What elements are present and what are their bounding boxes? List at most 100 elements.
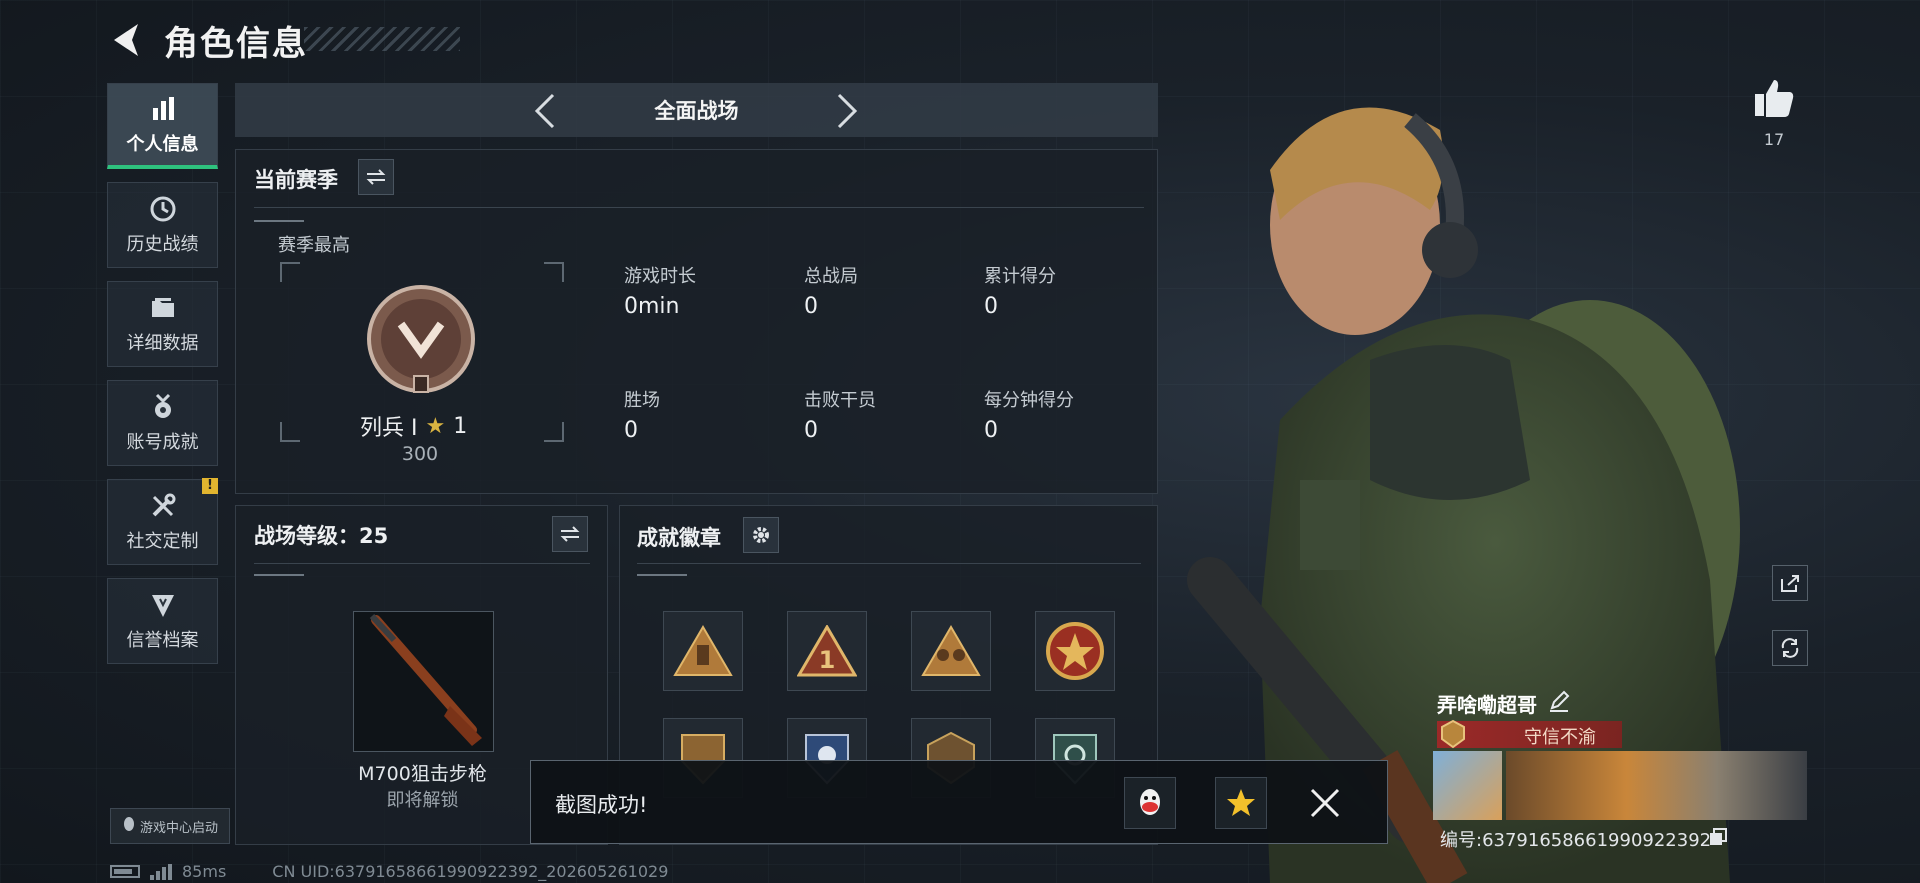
divider-tick xyxy=(254,220,304,222)
qq-penguin-icon xyxy=(122,816,136,836)
stat-value-total-matches: 0 xyxy=(804,294,818,319)
divider xyxy=(254,563,590,564)
page-title: 角色信息 xyxy=(164,24,308,64)
nav-label: 历史战绩 xyxy=(126,234,199,255)
title-decoration xyxy=(304,27,460,51)
rotate-refresh-button[interactable] xyxy=(1772,630,1808,666)
mode-selector: 全面战场 xyxy=(235,83,1158,137)
season-panel-title: 当前赛季 xyxy=(254,168,338,192)
back-arrow-icon[interactable] xyxy=(108,18,148,62)
svg-text:1: 1 xyxy=(819,646,836,674)
sniper-rifle-icon xyxy=(369,613,482,746)
mode-title: 全面战场 xyxy=(654,99,739,123)
wrench-screwdriver-icon xyxy=(148,491,178,521)
achievement-badge-soldiers[interactable] xyxy=(911,611,991,691)
achievement-badge-number-one[interactable]: 1 xyxy=(787,611,867,691)
close-icon[interactable] xyxy=(1309,787,1341,819)
signal-icon xyxy=(150,863,172,880)
mode-next-arrow-icon[interactable] xyxy=(825,91,865,131)
stat-label-score-per-minute: 每分钟得分 xyxy=(984,390,1074,411)
achievements-settings-button[interactable] xyxy=(743,517,779,553)
stat-value-kills: 0 xyxy=(804,418,818,443)
weapon-unlock-status: 即将解锁 xyxy=(386,790,459,811)
credit-shield-icon xyxy=(148,590,178,620)
title-medal-icon xyxy=(1441,719,1465,749)
share-qq-button[interactable] xyxy=(1124,777,1176,829)
game-center-label: 游戏中心启动 xyxy=(139,820,218,836)
share-button[interactable] xyxy=(1772,565,1808,601)
season-switch-button[interactable] xyxy=(358,159,394,195)
battery-icon xyxy=(110,865,140,878)
nav-label: 个人信息 xyxy=(126,133,199,155)
nav-item-detailed-data[interactable]: 详细数据 xyxy=(107,281,218,367)
share-icon xyxy=(1781,575,1799,592)
bar-chart-icon xyxy=(148,94,178,124)
divider-tick xyxy=(254,574,304,576)
history-clock-icon xyxy=(148,194,178,224)
swap-arrows-icon xyxy=(560,526,580,542)
alert-badge: ! xyxy=(202,478,218,494)
achievement-badge-tower[interactable] xyxy=(663,611,743,691)
rank-name: 列兵 Ⅰ xyxy=(360,416,418,441)
achievement-medal-icon xyxy=(148,392,178,422)
rank-stars: 1 xyxy=(453,413,468,439)
achievement-badge-star-medal[interactable] xyxy=(1035,611,1115,691)
copy-icon[interactable] xyxy=(1709,828,1727,846)
rank-name-row: 列兵 Ⅰ ★ 1 xyxy=(360,410,467,442)
folder-icon xyxy=(148,293,178,323)
stat-value-score-per-minute: 0 xyxy=(984,418,998,443)
nav-item-credit-record[interactable]: 信誉档案 xyxy=(107,578,218,664)
nav-item-account-achievements[interactable]: 账号成就 xyxy=(107,380,218,466)
divider-tick xyxy=(637,574,687,576)
ping-value: 85ms xyxy=(182,862,227,881)
star-badge-icon xyxy=(1227,789,1255,816)
nav-label: 账号成就 xyxy=(126,432,199,453)
divider xyxy=(637,563,1141,564)
screenshot-toast: 截图成功! xyxy=(530,760,1388,844)
thumbs-up-icon[interactable] xyxy=(1752,76,1796,120)
name-card-banner xyxy=(1506,751,1807,820)
stat-label-playtime: 游戏时长 xyxy=(624,266,696,287)
rank-points: 300 xyxy=(401,443,439,465)
avatar xyxy=(1433,751,1502,820)
edit-pencil-icon[interactable] xyxy=(1548,690,1570,712)
stat-label-total-score: 累计得分 xyxy=(984,266,1056,287)
achievements-title: 成就徽章 xyxy=(637,526,721,550)
like-count: 17 xyxy=(1763,130,1785,149)
toast-message: 截图成功! xyxy=(555,793,648,817)
weapon-name: M700狙击步枪 xyxy=(358,763,487,785)
battle-level-title: 战场等级：25 xyxy=(254,524,389,548)
nav-item-personal-info[interactable]: 个人信息 xyxy=(107,83,218,169)
player-name: 弄啥嘞超哥 xyxy=(1437,693,1537,717)
swap-arrows-icon xyxy=(366,169,386,185)
stat-value-playtime: 0min xyxy=(624,294,680,319)
gear-icon xyxy=(753,527,769,543)
nav-item-social-custom[interactable]: ! 社交定制 xyxy=(107,478,218,565)
share-game-center-button[interactable] xyxy=(1215,777,1267,829)
stat-label-wins: 胜场 xyxy=(624,390,660,411)
stat-value-wins: 0 xyxy=(624,418,638,443)
qq-penguin-icon xyxy=(1140,789,1160,815)
rank-emblem-icon xyxy=(367,285,475,393)
battle-level-switch-button[interactable] xyxy=(552,516,588,552)
season-best-label: 赛季最高 xyxy=(278,235,350,256)
weapon-reward-box[interactable] xyxy=(353,611,494,752)
nav-label: 信誉档案 xyxy=(126,630,199,651)
status-footer: 85ms CN UID:63791658661990922392_2026052… xyxy=(110,862,668,881)
mode-prev-arrow-icon[interactable] xyxy=(527,91,567,131)
divider xyxy=(254,207,1144,208)
uid-text: CN UID:63791658661990922392_202605261029 xyxy=(272,862,669,881)
player-id: 编号:63791658661990922392 xyxy=(1440,830,1712,851)
profile-card-strip[interactable] xyxy=(1433,751,1807,820)
rank-star-icon: ★ xyxy=(425,413,446,439)
stat-value-total-score: 0 xyxy=(984,294,998,319)
nav-item-match-history[interactable]: 历史战绩 xyxy=(107,182,218,268)
stat-label-total-matches: 总战局 xyxy=(804,266,858,287)
side-nav: 个人信息 历史战绩 详细数据 账号成就 ! 社交定制 信誉档案 xyxy=(107,83,220,677)
refresh-icon xyxy=(1781,638,1799,658)
nav-label: 详细数据 xyxy=(126,333,199,354)
game-center-launch-button[interactable]: 游戏中心启动 xyxy=(110,808,230,844)
stat-label-kills: 击败干员 xyxy=(804,390,876,411)
nav-label: 社交定制 xyxy=(126,531,199,552)
player-title: 守信不渝 xyxy=(1524,727,1596,748)
